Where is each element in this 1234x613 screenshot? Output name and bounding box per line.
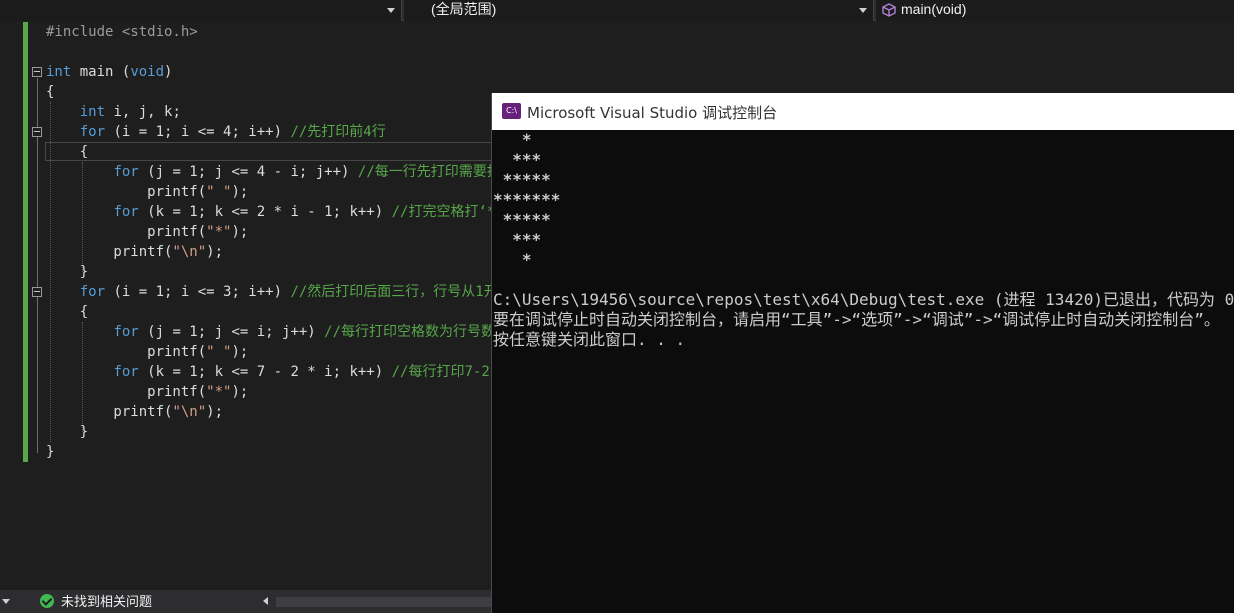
console-output-line: *** bbox=[493, 150, 542, 169]
scope-dropdown[interactable]: (全局范围) bbox=[404, 0, 874, 21]
console-output-line: 按任意键关闭此窗口. . . bbox=[493, 330, 686, 349]
console-output-line: ******* bbox=[493, 190, 561, 209]
chevron-down-icon bbox=[387, 8, 395, 13]
scroll-left-icon[interactable] bbox=[263, 597, 268, 605]
method-cube-icon bbox=[882, 3, 896, 17]
fold-line bbox=[37, 138, 38, 273]
console-output-line: *** bbox=[493, 230, 542, 249]
console-output-line: C:\Users\19456\source\repos\test\x64\Deb… bbox=[493, 290, 1234, 309]
navigation-bar: (全局范围) main(void) bbox=[0, 0, 1234, 21]
code-line[interactable] bbox=[46, 42, 492, 62]
code-text[interactable]: #include <stdio.h> int main (void){ int i… bbox=[46, 22, 492, 462]
change-tracking-bar bbox=[23, 22, 28, 462]
code-line[interactable]: } bbox=[46, 422, 492, 442]
code-line[interactable]: { bbox=[46, 82, 492, 102]
fold-toggle-loop1[interactable] bbox=[32, 127, 42, 137]
console-title: Microsoft Visual Studio 调试控制台 bbox=[527, 104, 778, 122]
horizontal-scrollbar[interactable] bbox=[276, 597, 492, 607]
code-line[interactable]: } bbox=[46, 262, 492, 282]
code-line[interactable]: for (i = 1; i <= 4; i++) //先打印前4行 bbox=[46, 122, 492, 142]
code-line[interactable]: for (k = 1; k <= 2 * i - 1; k++) //打完空格打… bbox=[46, 202, 492, 222]
code-line[interactable]: { bbox=[46, 142, 492, 162]
code-line[interactable]: for (j = 1; j <= 4 - i; j++) //每一行先打印需要打… bbox=[46, 162, 492, 182]
console-output[interactable]: * *** ***** ******* ***** *** * C:\Users\1… bbox=[493, 130, 1234, 613]
scope-label: (全局范围) bbox=[431, 1, 497, 17]
code-line[interactable]: for (k = 1; k <= 7 - 2 * i; k++) //每行打印7… bbox=[46, 362, 492, 382]
code-line[interactable]: #include <stdio.h> bbox=[46, 22, 492, 42]
code-line[interactable]: printf("\n"); bbox=[46, 402, 492, 422]
code-line[interactable]: printf("*"); bbox=[46, 382, 492, 402]
console-output-line: ***** bbox=[493, 210, 551, 229]
console-output-line: ***** bbox=[493, 170, 551, 189]
code-line[interactable]: int i, j, k; bbox=[46, 102, 492, 122]
console-output-line: * bbox=[493, 130, 532, 149]
code-line[interactable]: printf(" "); bbox=[46, 182, 492, 202]
code-line[interactable]: for (j = 1; j <= i; j++) //每行打印空格数为行号数 bbox=[46, 322, 492, 342]
chevron-down-icon[interactable] bbox=[2, 599, 10, 604]
console-output-line: * bbox=[493, 250, 532, 269]
fold-toggle-main[interactable] bbox=[32, 67, 42, 77]
issues-status[interactable]: 未找到相关问题 bbox=[61, 594, 152, 609]
console-titlebar[interactable]: C:\ Microsoft Visual Studio 调试控制台 bbox=[492, 93, 1234, 130]
fold-line bbox=[37, 298, 38, 433]
project-dropdown[interactable] bbox=[0, 0, 402, 21]
chevron-down-icon bbox=[859, 8, 867, 13]
code-line[interactable]: printf(" "); bbox=[46, 342, 492, 362]
console-app-icon: C:\ bbox=[502, 103, 521, 119]
debug-console-window[interactable]: C:\ Microsoft Visual Studio 调试控制台 * *** … bbox=[491, 93, 1234, 613]
member-dropdown[interactable]: main(void) bbox=[876, 0, 1234, 21]
member-label: main(void) bbox=[901, 1, 967, 17]
check-circle-icon bbox=[40, 594, 54, 608]
code-line[interactable]: } bbox=[46, 442, 492, 462]
code-line[interactable]: printf("\n"); bbox=[46, 242, 492, 262]
code-line[interactable]: int main (void) bbox=[46, 62, 492, 82]
fold-toggle-loop2[interactable] bbox=[32, 287, 42, 297]
console-output-line: 要在调试停止时自动关闭控制台，请启用“工具”->“选项”->“调试”->“调试停… bbox=[493, 310, 1220, 329]
code-line[interactable]: printf("*"); bbox=[46, 222, 492, 242]
code-line[interactable]: for (i = 1; i <= 3; i++) //然后打印后面三行，行号从1… bbox=[46, 282, 492, 302]
code-line[interactable]: { bbox=[46, 302, 492, 322]
